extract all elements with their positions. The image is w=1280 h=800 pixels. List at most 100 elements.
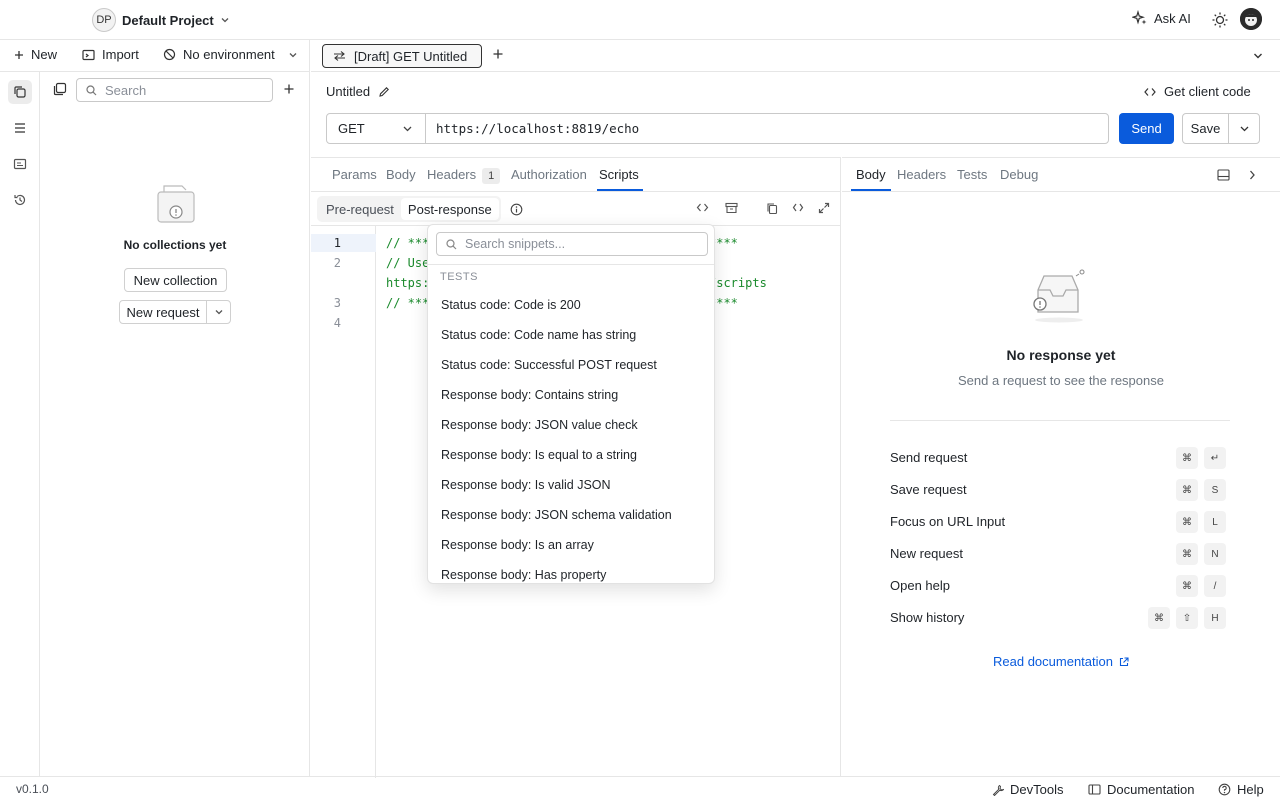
new-label: New — [31, 47, 58, 62]
search-input[interactable]: Search — [76, 78, 273, 102]
kbd-key: ⌘ — [1176, 543, 1198, 565]
project-avatar: DP — [92, 8, 116, 32]
post-response-tab[interactable]: Post-response — [400, 198, 499, 220]
new-request-button[interactable]: New request — [119, 300, 231, 324]
send-button[interactable]: Send — [1119, 113, 1174, 144]
ask-ai-button[interactable]: Ask AI — [1132, 10, 1191, 26]
snippet-item[interactable]: Status code: Code is 200 — [441, 298, 581, 312]
save-label: Save — [1190, 121, 1221, 136]
info-icon[interactable] — [510, 203, 523, 216]
search-icon — [86, 84, 97, 96]
tab-response-debug[interactable]: Debug — [1000, 167, 1038, 182]
sun-icon[interactable] — [1211, 11, 1229, 29]
kbd-key: ⌘ — [1176, 511, 1198, 533]
snippet-item[interactable]: Response body: JSON schema validation — [441, 508, 672, 522]
tab-response-headers[interactable]: Headers — [897, 167, 946, 182]
environment-select[interactable]: No environment — [163, 47, 298, 62]
chevron-right-icon[interactable] — [1247, 169, 1257, 181]
collections-icon[interactable] — [8, 80, 32, 104]
tab-scripts[interactable]: Scripts — [599, 167, 639, 182]
chevron-down-icon[interactable] — [1228, 114, 1259, 143]
client-code-label: Get client code — [1164, 84, 1251, 99]
chevron-down-icon[interactable] — [1252, 50, 1264, 62]
environments-icon[interactable] — [8, 116, 32, 140]
snippet-item[interactable]: Response body: Is an array — [441, 538, 594, 552]
tab-authorization[interactable]: Authorization — [511, 167, 587, 182]
kbd-key: ⌘ — [1176, 575, 1198, 597]
tab-response-body[interactable]: Body — [856, 167, 886, 182]
headers-count-badge: 1 — [482, 168, 501, 184]
request-tabs-bar: [Draft] GET Untitled — [311, 40, 1280, 72]
code-line-tail: /scripts — [709, 276, 767, 290]
new-request-label: New request — [126, 304, 200, 320]
snippet-item[interactable]: Response body: Is equal to a string — [441, 448, 637, 462]
snippet-item[interactable]: Response body: Is valid JSON — [441, 478, 611, 492]
import-button[interactable]: Import — [82, 47, 139, 62]
history-icon[interactable] — [8, 188, 32, 212]
pencil-icon[interactable] — [378, 86, 390, 98]
snippets-popover: Search snippets... TESTS Status code: Co… — [427, 224, 715, 584]
new-button[interactable]: New — [14, 47, 57, 62]
chevron-down-icon[interactable] — [206, 301, 230, 323]
tab-response-tests[interactable]: Tests — [957, 167, 987, 182]
line-number: 1 — [333, 236, 341, 250]
pre-request-tab[interactable]: Pre-request — [319, 198, 401, 220]
documentation-button[interactable]: Documentation — [1088, 782, 1194, 797]
chevron-down-icon — [220, 15, 230, 25]
expand-icon[interactable] — [818, 202, 830, 214]
snippet-search-input[interactable]: Search snippets... — [436, 232, 708, 256]
archive-icon[interactable] — [725, 202, 738, 214]
ask-ai-label: Ask AI — [1154, 10, 1191, 26]
snippet-item[interactable]: Status code: Code name has string — [441, 328, 636, 342]
tab-headers-label: Headers — [427, 167, 477, 182]
format-code-icon[interactable] — [792, 202, 804, 213]
project-switcher[interactable]: DP Default Project — [92, 7, 230, 33]
snippet-item[interactable]: Response body: Contains string — [441, 388, 618, 402]
tab-params[interactable]: Params — [332, 167, 377, 182]
kbd-key: S — [1204, 479, 1226, 501]
shortcut-label: Show history — [890, 610, 965, 625]
code-snippet-icon[interactable] — [696, 202, 709, 213]
add-collection-icon[interactable] — [283, 83, 295, 95]
method-select[interactable]: GET — [326, 113, 426, 144]
request-tab[interactable]: [Draft] GET Untitled — [322, 44, 482, 68]
kbd-key: L — [1204, 511, 1226, 533]
snippet-item[interactable]: Status code: Successful POST request — [441, 358, 657, 372]
line-number: 4 — [333, 316, 341, 330]
request-tabs: Params Body Headers 1 Authorization Scrip… — [311, 158, 841, 192]
script-phase-toggle: Pre-request Post-response — [317, 196, 501, 222]
divider — [890, 420, 1230, 421]
request-title[interactable]: Untitled — [326, 84, 390, 99]
kbd-key: ⇧ — [1176, 607, 1198, 629]
code-line: // *** — [386, 236, 430, 250]
add-tab-icon[interactable] — [492, 48, 504, 60]
empty-inbox-icon — [1028, 266, 1090, 324]
get-client-code-button[interactable]: Get client code — [1144, 84, 1251, 99]
snippet-item[interactable]: Response body: Has property — [441, 568, 606, 582]
no-environment-icon — [163, 48, 176, 61]
collection-stack-icon[interactable] — [53, 82, 67, 96]
snippet-item[interactable]: Response body: JSON value check — [441, 418, 638, 432]
user-avatar[interactable] — [1240, 8, 1262, 30]
help-circle-icon — [1218, 783, 1231, 796]
empty-collections-text: No collections yet — [123, 238, 227, 252]
snippet-group-label: TESTS — [440, 271, 478, 283]
layout-panel-icon[interactable] — [1217, 169, 1230, 181]
tab-headers[interactable]: Headers 1 — [427, 167, 501, 184]
devtools-label: DevTools — [1010, 782, 1064, 797]
console-icon[interactable] — [8, 152, 32, 176]
new-collection-button[interactable]: New collection — [124, 268, 227, 292]
active-tab-indicator — [851, 189, 891, 191]
import-icon — [82, 49, 95, 61]
code-line: https: — [386, 276, 430, 290]
tab-body[interactable]: Body — [386, 167, 416, 182]
plus-icon — [14, 50, 24, 60]
save-button[interactable]: Save — [1182, 113, 1260, 144]
read-documentation-link[interactable]: Read documentation — [842, 654, 1280, 669]
help-button[interactable]: Help — [1218, 782, 1264, 797]
url-input[interactable]: https://localhost:8819/echo — [425, 113, 1109, 144]
copy-icon[interactable] — [766, 202, 778, 215]
devtools-button[interactable]: DevTools — [992, 782, 1063, 797]
divider — [428, 264, 714, 265]
shortcut-label: New request — [890, 546, 963, 561]
